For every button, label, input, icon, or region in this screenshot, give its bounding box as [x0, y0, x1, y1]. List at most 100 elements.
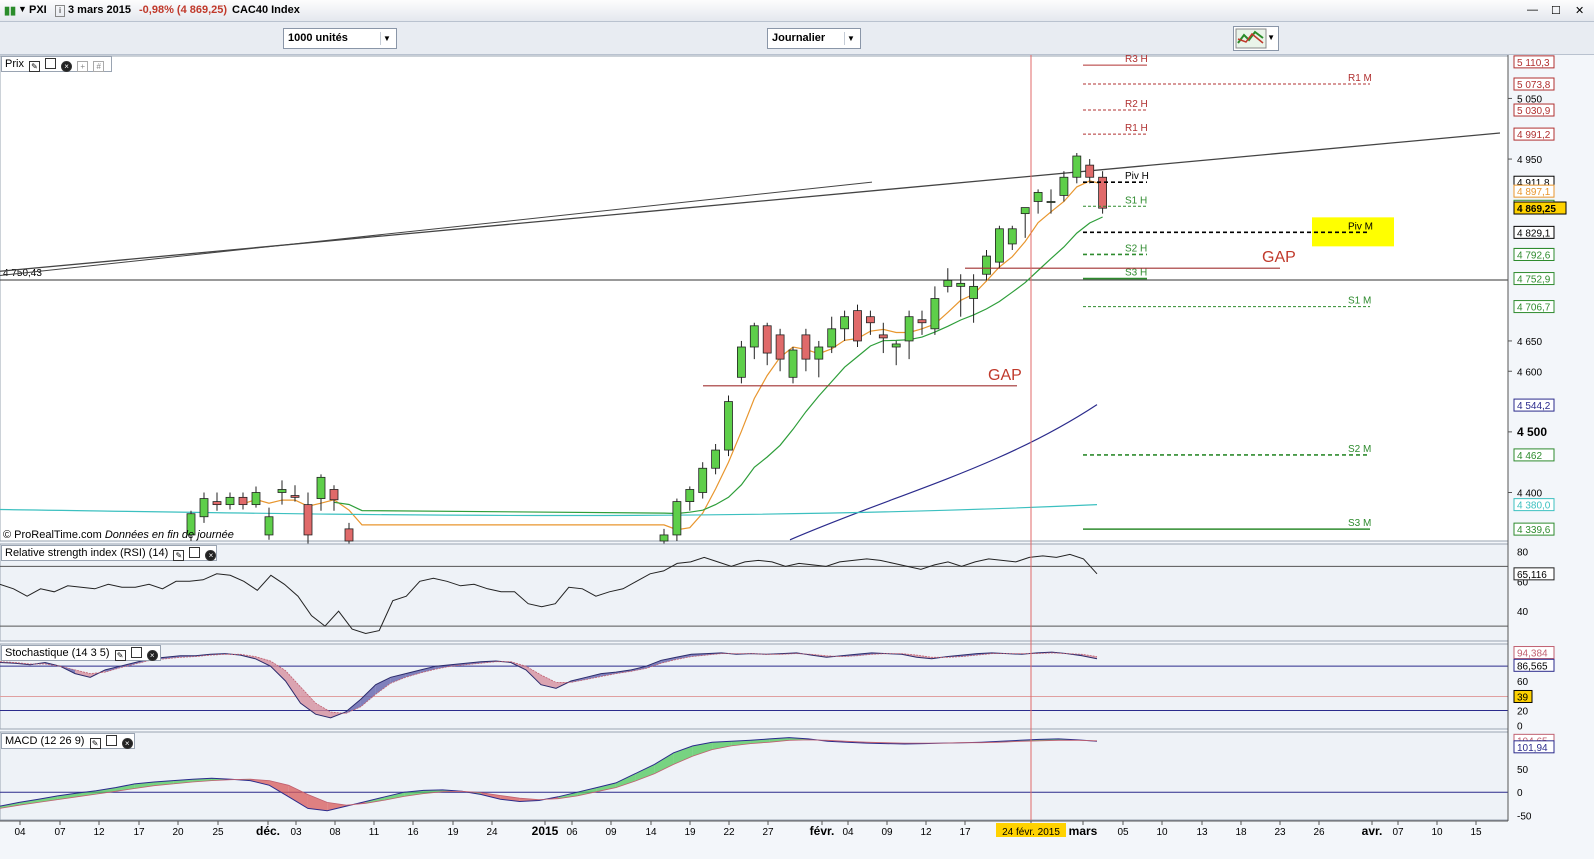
x-tick-label: 18: [1235, 827, 1247, 838]
candle: [303, 504, 313, 536]
settings-icon[interactable]: #: [93, 61, 105, 72]
close-icon[interactable]: ×: [146, 650, 158, 661]
maximize-button[interactable]: ☐: [1551, 4, 1561, 17]
wrench-icon[interactable]: ✎: [114, 650, 126, 661]
units-select[interactable]: 1000 unités ▼: [283, 28, 397, 49]
candle: [878, 334, 888, 339]
x-tick-label: avr.: [1362, 824, 1383, 838]
rsi-value-label: 65,116: [1517, 570, 1547, 581]
rsi-tick-label: 80: [1517, 547, 1529, 558]
info-icon[interactable]: i: [55, 5, 65, 17]
add-icon[interactable]: +: [77, 61, 89, 72]
price-label: 4 991,2: [1517, 130, 1551, 141]
x-tick-label: 17: [959, 827, 971, 838]
price-panel[interactable]: 4 750,43R3 HR1 HR2 HPiv HS1 HS2 HS3 HR1 …: [0, 55, 1509, 578]
wrench-icon[interactable]: ✎: [173, 550, 185, 561]
x-tick-label: 04: [14, 827, 26, 838]
pivot-label: S2 M: [1348, 444, 1371, 455]
candle: [212, 501, 222, 506]
x-tick-label: févr.: [810, 824, 835, 838]
pivot-label: R2 H: [1125, 99, 1148, 110]
stochastic-panel-header: Stochastique (14 3 5) ✎ ×: [1, 645, 161, 661]
close-button[interactable]: ✕: [1575, 4, 1584, 17]
x-tick-label: 17: [133, 827, 145, 838]
window-icon[interactable]: [130, 647, 142, 658]
candle: [225, 496, 235, 506]
close-icon[interactable]: ×: [61, 61, 73, 72]
price-label: 4 792,6: [1517, 250, 1551, 261]
units-select-value: 1000 unités: [288, 32, 348, 44]
copyright-site: © ProRealTime.com: [3, 529, 102, 541]
x-tick-label: 04: [842, 827, 854, 838]
macd-plot-bg: [0, 731, 1509, 821]
candle: [698, 467, 708, 493]
chart-area[interactable]: 4 750,43R3 HR1 HR2 HPiv HS1 HS2 HS3 HR1 …: [0, 55, 1594, 859]
stoch-tick-label: 20: [1517, 707, 1529, 718]
candle: [1072, 155, 1082, 178]
ticker-label[interactable]: PXI: [29, 4, 47, 16]
close-icon[interactable]: ×: [205, 550, 217, 561]
rsi-panel[interactable]: [0, 543, 1509, 642]
price-panel-title: Prix: [5, 58, 24, 70]
candle: [891, 343, 901, 348]
x-tick-label: mars: [1069, 824, 1098, 838]
stochastic-panel-title: Stochastique (14 3 5): [5, 647, 110, 659]
x-tick-label: 22: [723, 827, 735, 838]
ticker-dropdown-icon[interactable]: ▼: [18, 4, 27, 14]
minimize-button[interactable]: —: [1527, 4, 1538, 16]
x-tick-label: 03: [290, 827, 302, 838]
stoch-value-label: 94,384: [1517, 649, 1548, 660]
pivot-label: S3 H: [1125, 268, 1147, 279]
period-select[interactable]: Journalier ▼: [767, 28, 861, 49]
rsi-panel-header: Relative strength index (RSI) (14) ✎ ×: [1, 545, 217, 561]
rsi-panel-title: Relative strength index (RSI) (14): [5, 547, 169, 559]
close-icon[interactable]: ×: [121, 738, 133, 749]
wrench-icon[interactable]: ✎: [29, 61, 41, 72]
chevron-down-icon[interactable]: ▼: [1267, 33, 1275, 42]
candle: [788, 349, 798, 378]
y-tick-label: 4 600: [1517, 367, 1542, 378]
chart-style-button[interactable]: ▼: [1233, 26, 1279, 51]
chevron-down-icon[interactable]: ▼: [380, 32, 393, 45]
pivot-label: S1 H: [1125, 195, 1147, 206]
x-tick-label: 08: [329, 827, 341, 838]
wrench-icon[interactable]: ✎: [89, 738, 101, 749]
price-label: 4 462: [1517, 451, 1542, 462]
x-tick-label: 16: [407, 827, 419, 838]
candle-chart-icon[interactable]: ▮▮: [4, 4, 16, 17]
window-icon[interactable]: [105, 735, 117, 746]
candle: [814, 346, 824, 360]
candle: [969, 285, 978, 299]
candle: [277, 489, 287, 493]
pivot-label: S2 H: [1125, 243, 1147, 254]
candle: [1007, 228, 1017, 245]
candle: [904, 316, 914, 342]
copyright-data-note: Données en fin de journée: [104, 529, 234, 541]
candle: [1059, 176, 1069, 196]
candle: [264, 516, 274, 536]
candle: [199, 498, 209, 518]
pivot-label: R3 H: [1125, 55, 1148, 65]
chart-toolbar: 1000 unités ▼ Journalier ▼ ▼: [0, 22, 1594, 55]
price-label: 4 897,1: [1517, 187, 1551, 198]
macd-panel[interactable]: [0, 731, 1509, 821]
stochastic-panel[interactable]: [0, 643, 1509, 730]
price-change: -0,98% (4 869,25): [139, 4, 228, 16]
candle: [853, 310, 862, 342]
window-icon[interactable]: [45, 58, 57, 69]
period-select-value: Journalier: [772, 32, 826, 44]
x-tick-label: 15: [1470, 827, 1482, 838]
x-tick-label: 07: [1392, 827, 1404, 838]
window-icon[interactable]: [189, 547, 201, 558]
candle: [943, 279, 953, 287]
candle: [672, 501, 682, 536]
stoch-value-label: 86,565: [1517, 661, 1548, 672]
pivot-label: R1 H: [1125, 123, 1148, 134]
x-tick-label: 24 févr. 2015: [1002, 827, 1060, 838]
gap-annotation: GAP: [988, 367, 1022, 384]
macd-panel-title: MACD (12 26 9): [5, 735, 85, 747]
candle: [290, 495, 300, 498]
candle: [840, 316, 849, 330]
chevron-down-icon[interactable]: ▼: [844, 32, 857, 45]
price-label: 4 706,7: [1517, 303, 1551, 314]
